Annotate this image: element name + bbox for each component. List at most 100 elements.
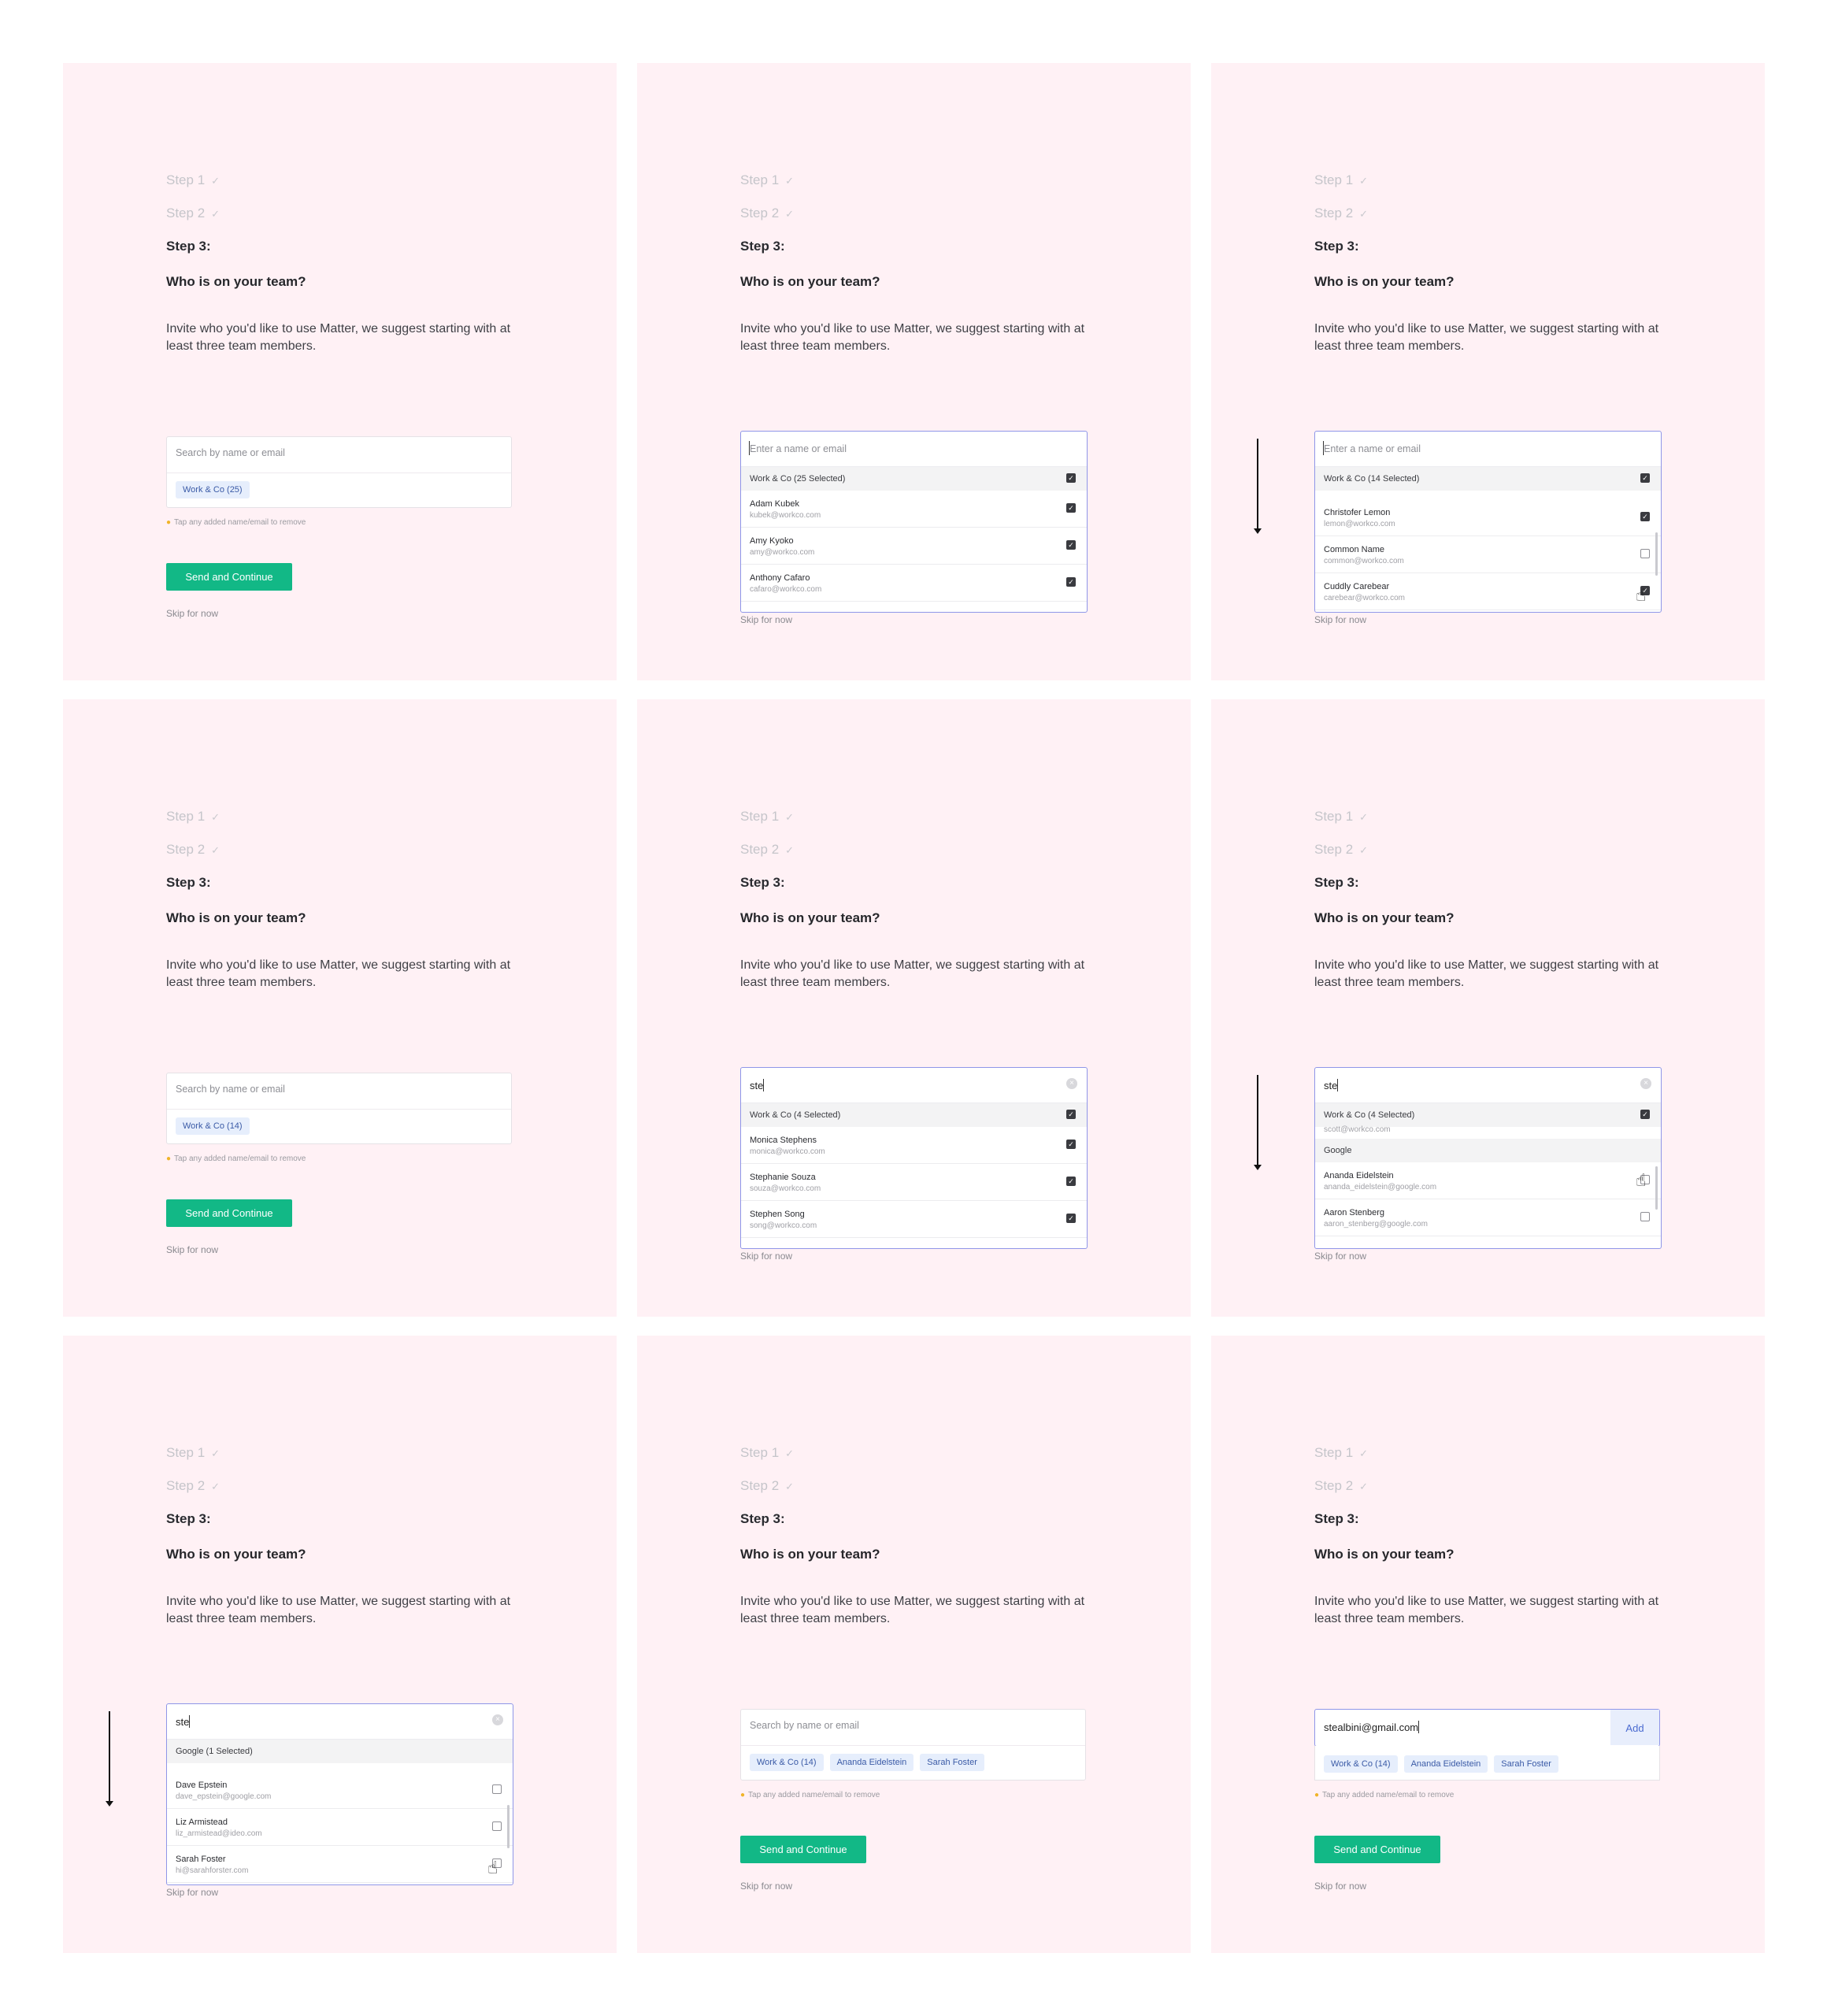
checkbox-checked-icon[interactable]: ✓ — [1640, 512, 1650, 521]
skip-link[interactable]: Skip for now — [1314, 1251, 1366, 1262]
checkbox-checked-icon[interactable]: ✓ — [1066, 1214, 1076, 1223]
member-option[interactable]: Amy Kyoko amy@workco.com ✓ — [741, 528, 1087, 565]
member-option[interactable]: Sarah Foster hi@sarahforster.com — [167, 1846, 513, 1883]
step-1: Step 1 ✓ — [166, 1445, 220, 1460]
skip-link[interactable]: Skip for now — [740, 1881, 792, 1892]
chip-list: Work & Co (14) Ananda Eidelstein Sarah F… — [750, 1754, 984, 1771]
search-input[interactable]: Search by name or email — [750, 1720, 859, 1731]
checkbox-checked-icon[interactable]: ✓ — [1066, 1177, 1076, 1186]
check-icon: ✓ — [211, 208, 220, 220]
invite-chip[interactable]: Work & Co (14) — [1324, 1755, 1398, 1773]
member-option[interactable]: Ananda Eidelstein ananda_eidelstein@googl… — [1315, 1162, 1661, 1199]
clear-icon[interactable]: × — [1066, 1078, 1077, 1089]
group-header[interactable]: Work & Co (4 Selected) ✓ — [1315, 1103, 1661, 1127]
checkbox-checked-icon[interactable]: ✓ — [1066, 540, 1076, 550]
scrollbar[interactable] — [507, 1805, 510, 1848]
group-header[interactable]: Work & Co (25 Selected) ✓ — [741, 467, 1087, 491]
checkbox-empty-icon[interactable] — [492, 1821, 502, 1831]
search-input[interactable]: Enter a name or email — [1315, 432, 1661, 467]
description: Invite who you'd like to use Matter, we … — [1314, 322, 1659, 353]
clear-icon[interactable]: × — [492, 1714, 503, 1725]
add-button[interactable]: Add — [1610, 1710, 1659, 1745]
invite-chip[interactable]: Work & Co (14) — [750, 1754, 824, 1771]
member-option[interactable]: Cuddly Carebear carebear@workco.com ✓ — [1315, 573, 1661, 610]
send-and-continue-button[interactable]: Send and Continue — [740, 1836, 866, 1863]
step-2: Step 2 ✓ — [1314, 206, 1369, 220]
member-option[interactable]: Adam Kubek kubek@workco.com ✓ — [741, 491, 1087, 528]
search-input[interactable]: ste × — [741, 1068, 1087, 1103]
skip-link[interactable]: Skip for now — [740, 614, 792, 625]
panel-9: Step 1 ✓ Step 2 ✓ Step 3: Who is on your t… — [1211, 1336, 1765, 1953]
email-field[interactable]: stealbini@gmail.com Add — [1314, 1709, 1660, 1747]
lightbulb-icon: ● — [740, 1791, 746, 1799]
step-2: Step 2 ✓ — [166, 206, 220, 220]
checkbox-checked-icon[interactable]: ✓ — [1066, 473, 1076, 483]
member-option[interactable]: Stephen Song song@workco.com ✓ — [741, 1201, 1087, 1238]
member-option[interactable]: Anthony Cafaro cafaro@workco.com ✓ — [741, 565, 1087, 602]
chip-list: Work & Co (14) Ananda Eidelstein Sarah F… — [1324, 1755, 1558, 1773]
hand-cursor-icon: ☝ — [487, 1858, 498, 1877]
send-and-continue-button[interactable]: Send and Continue — [166, 1199, 292, 1227]
search-input[interactable]: Search by name or email — [176, 447, 285, 458]
checkbox-empty-icon[interactable] — [492, 1784, 502, 1794]
chip-list: Work & Co (14) — [176, 1117, 250, 1135]
invite-chip[interactable]: Work & Co (25) — [176, 481, 250, 498]
skip-link[interactable]: Skip for now — [166, 1887, 218, 1898]
step-2: Step 2 ✓ — [1314, 842, 1369, 857]
invite-chip[interactable]: Work & Co (14) — [176, 1117, 250, 1135]
checkbox-checked-icon[interactable]: ✓ — [1066, 577, 1076, 587]
member-option[interactable]: Christofer Lemon lemon@workco.com ✓ — [1315, 499, 1661, 536]
step-1: Step 1 ✓ — [166, 172, 220, 187]
checkbox-checked-icon[interactable]: ✓ — [1066, 1140, 1076, 1149]
page-title: Who is on your team? — [166, 274, 306, 289]
search-input[interactable]: ste × — [1315, 1068, 1661, 1103]
send-and-continue-button[interactable]: Send and Continue — [166, 563, 292, 591]
skip-link[interactable]: Skip for now — [166, 1244, 218, 1255]
scrollbar[interactable] — [1655, 1166, 1658, 1210]
page-title: Who is on your team? — [1314, 274, 1455, 289]
member-option[interactable]: Liz Armistead liz_armistead@ideo.com — [167, 1809, 513, 1846]
invite-chip[interactable]: Sarah Foster — [1494, 1755, 1558, 1773]
group-header[interactable]: Work & Co (14 Selected) ✓ — [1315, 467, 1661, 491]
member-option[interactable]: Common Name common@workco.com — [1315, 536, 1661, 573]
page-title: Who is on your team? — [166, 910, 306, 925]
search-input[interactable]: Enter a name or email — [741, 432, 1087, 467]
invite-chip[interactable]: Sarah Foster — [920, 1754, 984, 1771]
group-header[interactable]: Work & Co (4 Selected) ✓ — [741, 1103, 1087, 1127]
skip-link[interactable]: Skip for now — [1314, 614, 1366, 625]
checkbox-checked-icon[interactable]: ✓ — [1640, 1110, 1650, 1119]
panel-8: Step 1 ✓ Step 2 ✓ Step 3: Who is on your t… — [637, 1336, 1191, 1953]
invite-chip[interactable]: Ananda Eidelstein — [1403, 1755, 1488, 1773]
member-option[interactable]: Dave Epstein dave_epstein@google.com — [167, 1772, 513, 1809]
checkbox-empty-icon[interactable] — [1640, 1212, 1650, 1221]
description: Invite who you'd like to use Matter, we … — [166, 958, 511, 989]
divider — [741, 1745, 1085, 1746]
invite-box: Search by name or email Work & Co (14) A… — [740, 1709, 1086, 1781]
invite-box: Search by name or email Work & Co (14) — [166, 1073, 512, 1144]
skip-link[interactable]: Skip for now — [1314, 1881, 1366, 1892]
panel-5: Step 1 ✓ Step 2 ✓ Step 3: Who is on your t… — [637, 699, 1191, 1317]
description: Invite who you'd like to use Matter, we … — [740, 1595, 1085, 1625]
step-3: Step 3: — [740, 239, 785, 254]
checkbox-empty-icon[interactable] — [1640, 549, 1650, 558]
step-3: Step 3: — [166, 1511, 211, 1526]
invite-chip[interactable]: Ananda Eidelstein — [829, 1754, 914, 1771]
checkbox-checked-icon[interactable]: ✓ — [1066, 503, 1076, 513]
search-input[interactable]: ste × — [167, 1704, 513, 1740]
checkbox-checked-icon[interactable]: ✓ — [1640, 473, 1650, 483]
send-and-continue-button[interactable]: Send and Continue — [1314, 1836, 1440, 1863]
step-1: Step 1 ✓ — [166, 809, 220, 824]
description: Invite who you'd like to use Matter, we … — [740, 958, 1085, 989]
skip-link[interactable]: Skip for now — [166, 608, 218, 619]
member-option[interactable]: Monica Stephens monica@workco.com ✓ — [741, 1127, 1087, 1164]
clear-icon[interactable]: × — [1640, 1078, 1651, 1089]
check-icon: ✓ — [211, 1447, 220, 1459]
member-option[interactable]: Aaron Stenberg aaron_stenberg@google.com — [1315, 1199, 1661, 1236]
scrollbar[interactable] — [1655, 532, 1658, 576]
skip-link[interactable]: Skip for now — [740, 1251, 792, 1262]
checkbox-checked-icon[interactable]: ✓ — [1066, 1110, 1076, 1119]
lightbulb-icon: ● — [1314, 1791, 1320, 1799]
check-icon: ✓ — [1359, 844, 1369, 856]
search-input[interactable]: Search by name or email — [176, 1084, 285, 1095]
member-option[interactable]: Stephanie Souza souza@workco.com ✓ — [741, 1164, 1087, 1201]
